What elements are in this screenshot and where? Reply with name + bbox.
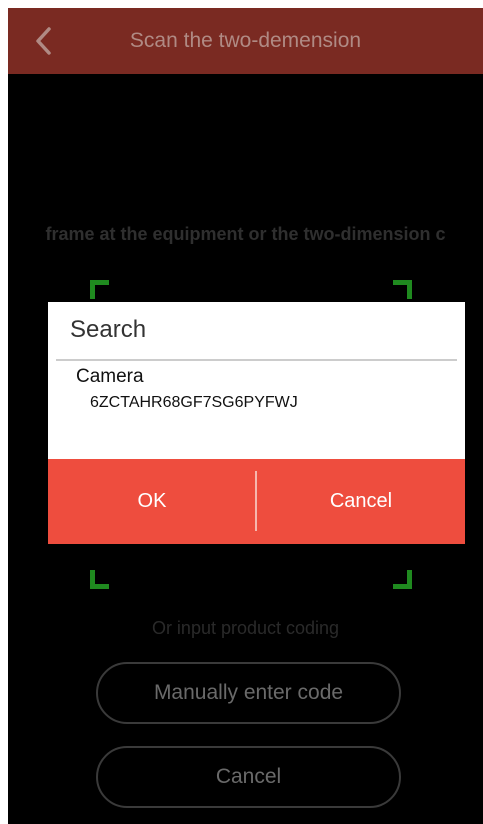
ok-button[interactable]: OK bbox=[48, 459, 256, 544]
dialog-divider bbox=[56, 359, 457, 361]
device-name: Camera bbox=[76, 366, 144, 387]
scanner-screen: Scan the two-demension frame at the equi… bbox=[8, 8, 483, 824]
device-code: 6ZCTAHR68GF7SG6PYFWJ bbox=[90, 394, 298, 411]
chevron-left-icon bbox=[36, 27, 51, 55]
cancel-scan-button[interactable]: Cancel bbox=[96, 746, 401, 808]
dialog-actions: OK Cancel bbox=[48, 459, 465, 544]
page-title: Scan the two-demension bbox=[129, 29, 362, 52]
scan-instruction: frame at the equipment or the two-dimens… bbox=[45, 224, 446, 244]
scan-frame-corner-bottom-right bbox=[393, 570, 412, 589]
scan-frame-corner-top-right bbox=[393, 280, 412, 299]
search-dialog: Search Camera 6ZCTAHR68GF7SG6PYFWJ OK Ca… bbox=[48, 302, 465, 544]
scan-frame-corner-top-left bbox=[90, 280, 109, 299]
input-hint: Or input product coding bbox=[151, 618, 340, 638]
dialog-title: Search bbox=[70, 316, 147, 343]
manual-enter-button[interactable]: Manually enter code bbox=[96, 662, 401, 724]
back-button[interactable] bbox=[26, 23, 62, 59]
top-bar: Scan the two-demension bbox=[8, 8, 483, 74]
scan-frame-corner-bottom-left bbox=[90, 570, 109, 589]
dialog-cancel-button[interactable]: Cancel bbox=[257, 459, 465, 544]
